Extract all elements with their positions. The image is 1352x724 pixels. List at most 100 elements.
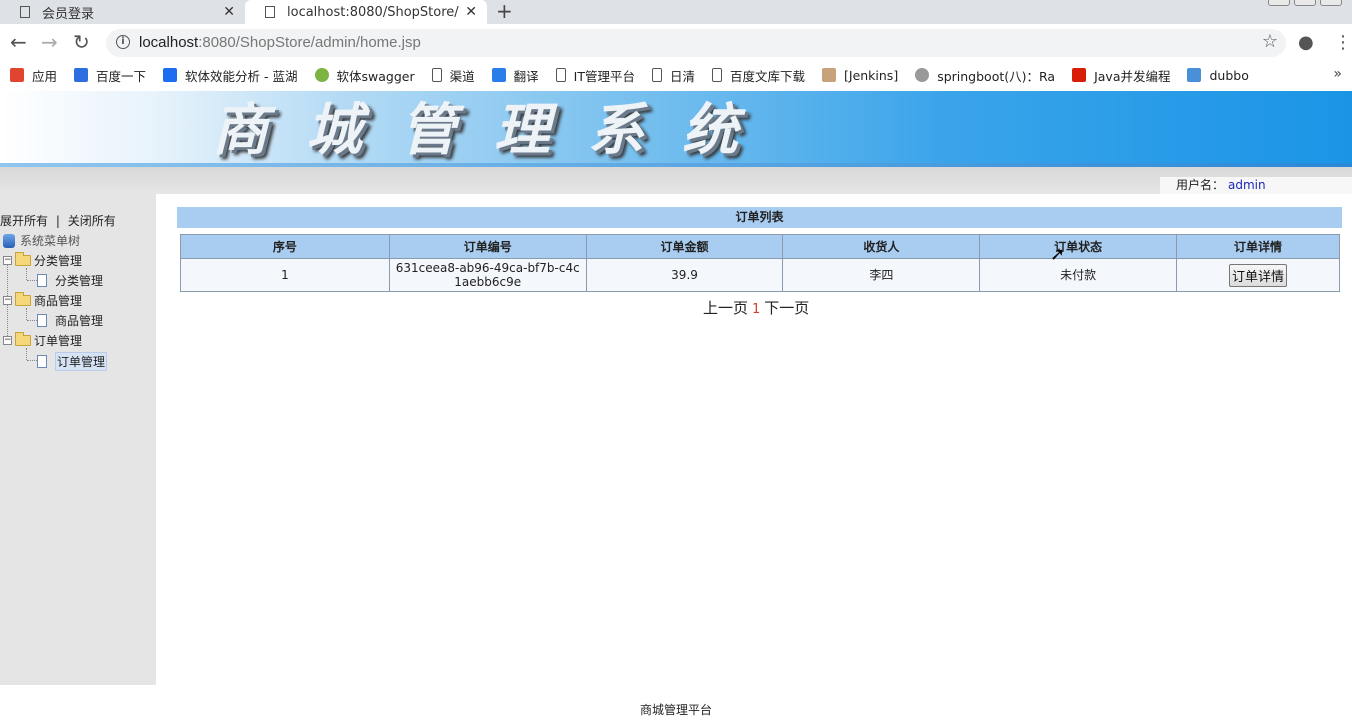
link-separator: | xyxy=(55,214,60,228)
bookmark-item[interactable]: springboot(八)：Ra xyxy=(915,66,1055,85)
close-tab-icon[interactable]: ✕ xyxy=(465,4,477,20)
tree-leaf-order[interactable]: 订单管理 xyxy=(37,352,108,371)
current-page-number[interactable]: 1 xyxy=(752,302,760,317)
bookmark-item[interactable]: Java并发编程 xyxy=(1072,66,1170,85)
bookmark-item[interactable]: 百度文库下载 xyxy=(711,66,805,85)
tree-leaf-product[interactable]: 商品管理 xyxy=(37,312,103,329)
page-icon xyxy=(37,355,47,368)
mouse-cursor-icon: ➚ xyxy=(1050,244,1066,265)
page-icon xyxy=(431,68,442,82)
tree-group-category[interactable]: − 分类管理 xyxy=(3,252,82,269)
pagination: 上一页 1 下一页 xyxy=(703,297,809,318)
bookmark-label: dubbo xyxy=(1209,67,1249,83)
page-icon xyxy=(37,314,47,327)
bookmark-item[interactable]: [Jenkins] xyxy=(822,68,898,83)
document-icon xyxy=(265,6,275,18)
close-tab-icon[interactable]: ✕ xyxy=(223,4,235,20)
prev-page-link[interactable]: 上一页 xyxy=(703,299,748,317)
tree-connector xyxy=(26,268,27,280)
column-header: 收货人 xyxy=(782,234,981,259)
jenkins-icon xyxy=(822,68,836,82)
tree-group-product[interactable]: − 商品管理 xyxy=(3,292,82,309)
bookmark-star-icon[interactable]: ☆ xyxy=(1262,31,1278,52)
bookmark-item[interactable]: 渠道 xyxy=(431,66,475,85)
tree-connector xyxy=(27,280,37,281)
bookmarks-bar: 应用 百度一下 软体效能分析 - 蓝湖 软体swagger 渠道 翻译 IT管理平台 日清 百度… xyxy=(0,62,1352,88)
more-bookmarks-icon[interactable]: » xyxy=(1333,66,1342,82)
folder-open-icon xyxy=(15,332,31,346)
address-bar[interactable]: i localhost:8080/ShopStore/admin/home.js… xyxy=(106,29,1286,57)
page-icon xyxy=(651,68,662,82)
maximize-window-icon[interactable] xyxy=(1294,0,1316,6)
bookmark-label: Java并发编程 xyxy=(1094,68,1171,84)
cell-status: 未付款 xyxy=(979,258,1178,292)
column-header: 订单编号 xyxy=(388,234,587,259)
bookmark-label: 应用 xyxy=(32,68,58,84)
order-list-caption: 订单列表 xyxy=(177,207,1342,228)
bookmark-item[interactable]: 翻译 xyxy=(491,66,539,85)
order-table: 序号 订单编号 订单金额 收货人 订单状态 订单详情 1 631ceea8-ab… xyxy=(180,234,1340,292)
baidu-paw-icon xyxy=(74,68,89,82)
tab-title: 会员登录 xyxy=(42,6,95,22)
forward-arrow-icon[interactable]: → xyxy=(41,31,58,53)
folder-open-icon xyxy=(15,252,31,266)
bookmark-item[interactable]: 日清 xyxy=(651,66,695,85)
close-window-icon[interactable] xyxy=(1320,0,1342,6)
order-detail-button[interactable]: 订单详情 xyxy=(1229,263,1288,287)
system-tree-icon xyxy=(3,233,15,248)
url-text[interactable]: localhost:8080/ShopStore/admin/home.jsp xyxy=(139,34,421,51)
column-header: 订单金额 xyxy=(585,234,784,259)
new-tab-button[interactable]: + xyxy=(496,0,513,24)
profile-avatar-icon[interactable]: ● xyxy=(1298,32,1314,53)
collapse-toggle-icon[interactable]: − xyxy=(3,256,12,265)
tree-controls: 展开所有 | 关闭所有 xyxy=(0,212,116,229)
folder-open-icon xyxy=(15,292,31,306)
bookmark-item[interactable]: 应用 xyxy=(10,66,57,85)
tree-leaf-category[interactable]: 分类管理 xyxy=(37,272,103,289)
bookmark-item[interactable]: dubbo xyxy=(1187,67,1249,83)
expand-all-link[interactable]: 展开所有 xyxy=(0,214,48,228)
bookmark-item[interactable]: IT管理平台 xyxy=(555,66,635,85)
bookmark-item[interactable]: 软体效能分析 - 蓝湖 xyxy=(163,66,298,85)
next-page-link[interactable]: 下一页 xyxy=(764,299,809,317)
reload-icon[interactable]: ↻ xyxy=(73,31,90,53)
bookmark-item[interactable]: 软体swagger xyxy=(314,66,415,85)
column-header: 序号 xyxy=(180,234,390,259)
tree-root[interactable]: 系统菜单树 xyxy=(3,232,80,249)
tree-group-label: 分类管理 xyxy=(34,254,83,268)
tab-title: localhost:8080/ShopStore/adm xyxy=(287,4,459,20)
browser-toolbar: ← → ↻ i localhost:8080/ShopStore/admin/h… xyxy=(0,24,1352,62)
tab-admin-home[interactable]: localhost:8080/ShopStore/adm ✕ xyxy=(245,0,487,24)
tree-connector xyxy=(26,308,27,320)
tree-connector xyxy=(27,360,37,361)
tab-member-login[interactable]: 会员登录 ✕ xyxy=(0,0,245,24)
minimize-window-icon[interactable] xyxy=(1268,0,1290,6)
bookmark-label: springboot(八)：Ra xyxy=(937,68,1056,84)
site-info-icon[interactable]: i xyxy=(116,35,130,49)
lanhu-icon xyxy=(163,68,178,82)
collapse-toggle-icon[interactable]: − xyxy=(3,296,12,305)
tree-leaf-label: 商品管理 xyxy=(55,314,104,328)
bookmark-label: [Jenkins] xyxy=(844,67,899,83)
url-host: localhost xyxy=(139,34,199,51)
document-icon xyxy=(20,6,30,18)
bookmark-label: 软体swagger xyxy=(336,68,415,84)
collapse-toggle-icon[interactable]: − xyxy=(3,336,12,345)
tree-group-order[interactable]: − 订单管理 xyxy=(3,332,82,349)
swagger-icon xyxy=(314,68,329,82)
bookmark-label: 软体效能分析 - 蓝湖 xyxy=(185,68,298,84)
tree-group-label: 商品管理 xyxy=(34,294,83,308)
column-header: 订单详情 xyxy=(1176,234,1340,259)
page-icon xyxy=(37,274,47,287)
tree-leaf-label: 订单管理 xyxy=(55,352,108,371)
table-header-row: 序号 订单编号 订单金额 收货人 订单状态 订单详情 xyxy=(180,234,1340,259)
browser-menu-icon[interactable]: ⋮ xyxy=(1334,32,1352,53)
bookmark-label: 渠道 xyxy=(449,68,475,84)
bookmark-item[interactable]: 百度一下 xyxy=(74,66,146,85)
back-arrow-icon[interactable]: ← xyxy=(10,31,27,53)
url-path: :8080/ShopStore/admin/home.jsp xyxy=(198,34,421,51)
collapse-all-link[interactable]: 关闭所有 xyxy=(68,214,116,228)
cloud-icon xyxy=(915,68,930,82)
banner-title: 商城管理系统 xyxy=(212,97,776,163)
bookmark-label: 百度一下 xyxy=(96,68,147,84)
